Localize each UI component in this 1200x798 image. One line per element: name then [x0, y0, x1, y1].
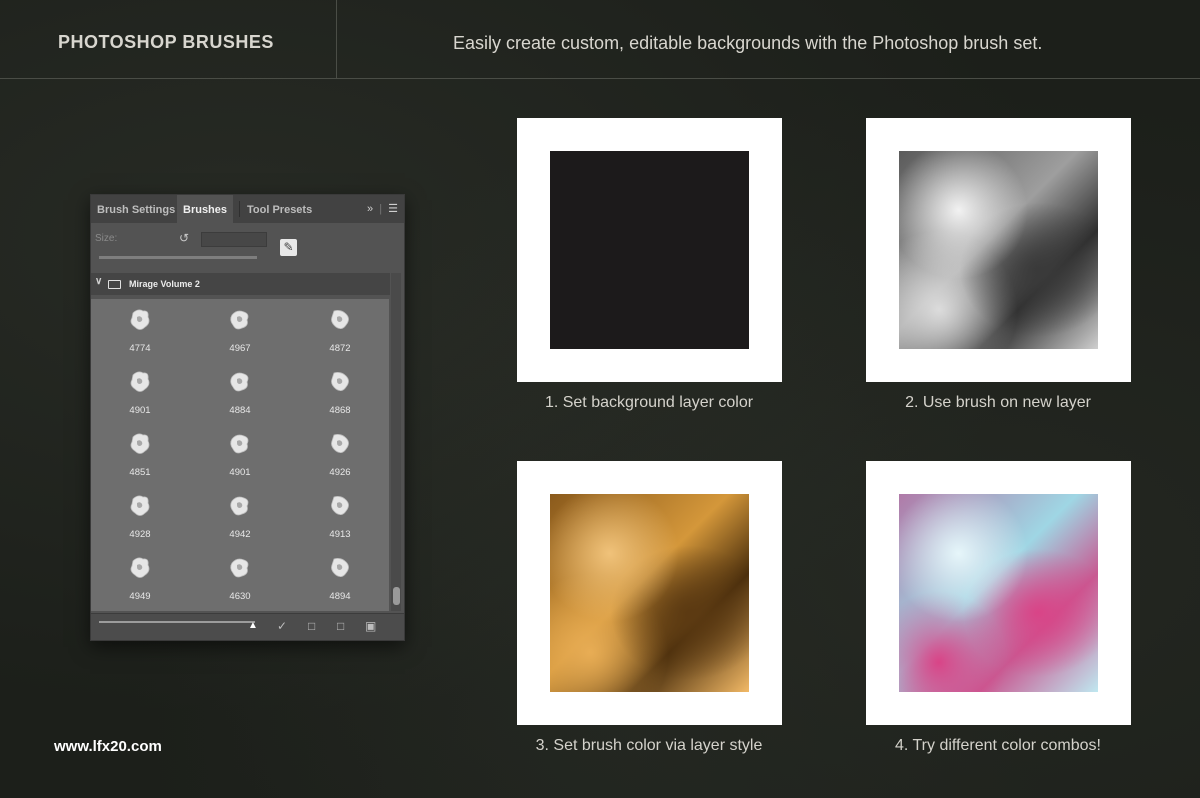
brush-size-label: 4926 [329, 467, 351, 478]
slider-handle-icon[interactable]: ▲ [248, 620, 258, 631]
brush-size-label: 4949 [129, 591, 151, 602]
brush-preset[interactable]: 4868 [291, 361, 389, 423]
brush-thumbnail-icon [331, 496, 349, 515]
size-label: Size: [95, 233, 118, 244]
panel-tabbar: Brush Settings Brushes Tool Presets » | … [91, 195, 404, 223]
step-4-caption: 4. Try different color combos! [894, 737, 1101, 754]
brush-size-label: 4928 [129, 529, 151, 540]
brush-grid: 4774 4967 4872 4901 4884 4868 4851 4901 4926 4928… [91, 299, 389, 611]
brush-preset[interactable]: 4901 [191, 423, 289, 485]
brush-thumbnail-icon [130, 433, 150, 454]
brush-preset[interactable]: 4913 [291, 485, 389, 547]
chevron-down-icon[interactable]: ∨ [95, 276, 102, 287]
brush-thumbnail-icon [230, 434, 249, 454]
brush-thumbnail-icon [331, 372, 349, 391]
brush-preset[interactable]: 4928 [91, 485, 189, 547]
step-2-caption: 2. Use brush on new layer [905, 394, 1091, 411]
brush-preset[interactable]: 4942 [191, 485, 289, 547]
step-1-caption: 1. Set background layer color [544, 394, 754, 411]
panel-scrollbar[interactable] [391, 273, 401, 611]
brush-size-label: 4967 [229, 343, 251, 354]
header-divider [336, 0, 337, 79]
website-url: www.lfx20.com [54, 738, 162, 755]
step-3-swatch [550, 494, 749, 692]
brush-size-label: 4868 [329, 405, 351, 416]
brush-preset[interactable]: 4851 [91, 423, 189, 485]
brush-size-label: 4901 [129, 405, 151, 416]
page-title: PHOTOSHOP BRUSHES [58, 32, 274, 52]
brush-thumbnail-icon [230, 496, 249, 516]
brush-size-label: 4872 [329, 343, 351, 354]
group-name: Mirage Volume 2 [129, 279, 200, 289]
size-slider[interactable] [99, 256, 257, 259]
brush-size-label: 4851 [129, 467, 151, 478]
new-brush-icon[interactable]: ✎ [280, 239, 297, 256]
thumbnail-size-slider[interactable] [99, 621, 255, 623]
scrollbar-thumb[interactable] [393, 587, 400, 605]
brush-preset[interactable]: 4894 [291, 547, 389, 609]
brush-thumbnail-icon [130, 495, 150, 516]
brush-preset[interactable]: 4884 [191, 361, 289, 423]
step-2-frame [866, 118, 1131, 382]
control-separator: | [379, 203, 383, 215]
panel-controls: » | ☰ [367, 202, 398, 215]
brush-thumbnail-icon [331, 558, 349, 577]
page-tagline: Easily create custom, editable backgroun… [453, 33, 1043, 53]
tab-tool-presets[interactable]: Tool Presets [241, 195, 318, 223]
brush-thumbnail-icon [230, 310, 249, 330]
step-4-frame [866, 461, 1131, 725]
brush-preset[interactable]: 4926 [291, 423, 389, 485]
brush-size-label: 4884 [229, 405, 251, 416]
brush-preset[interactable]: 4630 [191, 547, 289, 609]
brush-size-label: 4894 [329, 591, 351, 602]
brush-size-label: 4774 [129, 343, 151, 354]
brush-thumbnail-icon [130, 557, 150, 578]
brush-preset[interactable]: 4967 [191, 299, 289, 361]
brush-thumbnail-icon [331, 310, 349, 329]
size-input[interactable] [201, 232, 267, 247]
brush-preset[interactable]: 4774 [91, 299, 189, 361]
reset-icon[interactable]: ↺ [179, 231, 189, 245]
step-3-caption: 3. Set brush color via layer style [535, 737, 763, 754]
folder-icon [108, 280, 121, 289]
double-chevron-right-icon[interactable]: » [367, 203, 373, 215]
step-1-swatch [550, 151, 749, 349]
brush-group-mirage-volume-2[interactable]: ∨ Mirage Volume 2 [91, 273, 390, 295]
header-bar: PHOTOSHOP BRUSHES Easily create custom, … [0, 0, 1200, 79]
new-page-icon[interactable]: □ [337, 619, 344, 633]
brush-size-label: 4913 [329, 529, 351, 540]
folder-icon[interactable]: □ [308, 619, 315, 633]
brush-size-label: 4630 [229, 591, 251, 602]
brushes-panel: Brush Settings Brushes Tool Presets » | … [90, 194, 405, 641]
brush-thumbnail-icon [331, 434, 349, 453]
panel-footer: ▲ ✓ □ □ ▣ [91, 613, 404, 640]
brush-size-label: 4942 [229, 529, 251, 540]
brush-thumbnail-icon [130, 371, 150, 392]
brush-thumbnail-icon [230, 372, 249, 392]
step-4-swatch [899, 494, 1098, 692]
brush-preset[interactable]: 4872 [291, 299, 389, 361]
tab-brush-settings[interactable]: Brush Settings [91, 195, 181, 223]
tab-separator [239, 201, 240, 217]
brush-preset[interactable]: 4949 [91, 547, 189, 609]
step-2-swatch [899, 151, 1098, 349]
brush-size-row: Size: ↺ ✎ [91, 227, 404, 267]
step-1-frame [517, 118, 782, 382]
step-3-frame [517, 461, 782, 725]
hamburger-icon[interactable]: ☰ [388, 203, 398, 215]
brush-size-label: 4901 [229, 467, 251, 478]
trash-icon[interactable]: ▣ [365, 619, 376, 633]
brush-thumbnail-icon [230, 558, 249, 578]
brush-preset[interactable]: 4901 [91, 361, 189, 423]
brush-thumbnail-icon [130, 309, 150, 330]
visibility-toggle-icon[interactable]: ✓ [277, 619, 287, 633]
tab-brushes[interactable]: Brushes [177, 195, 234, 223]
